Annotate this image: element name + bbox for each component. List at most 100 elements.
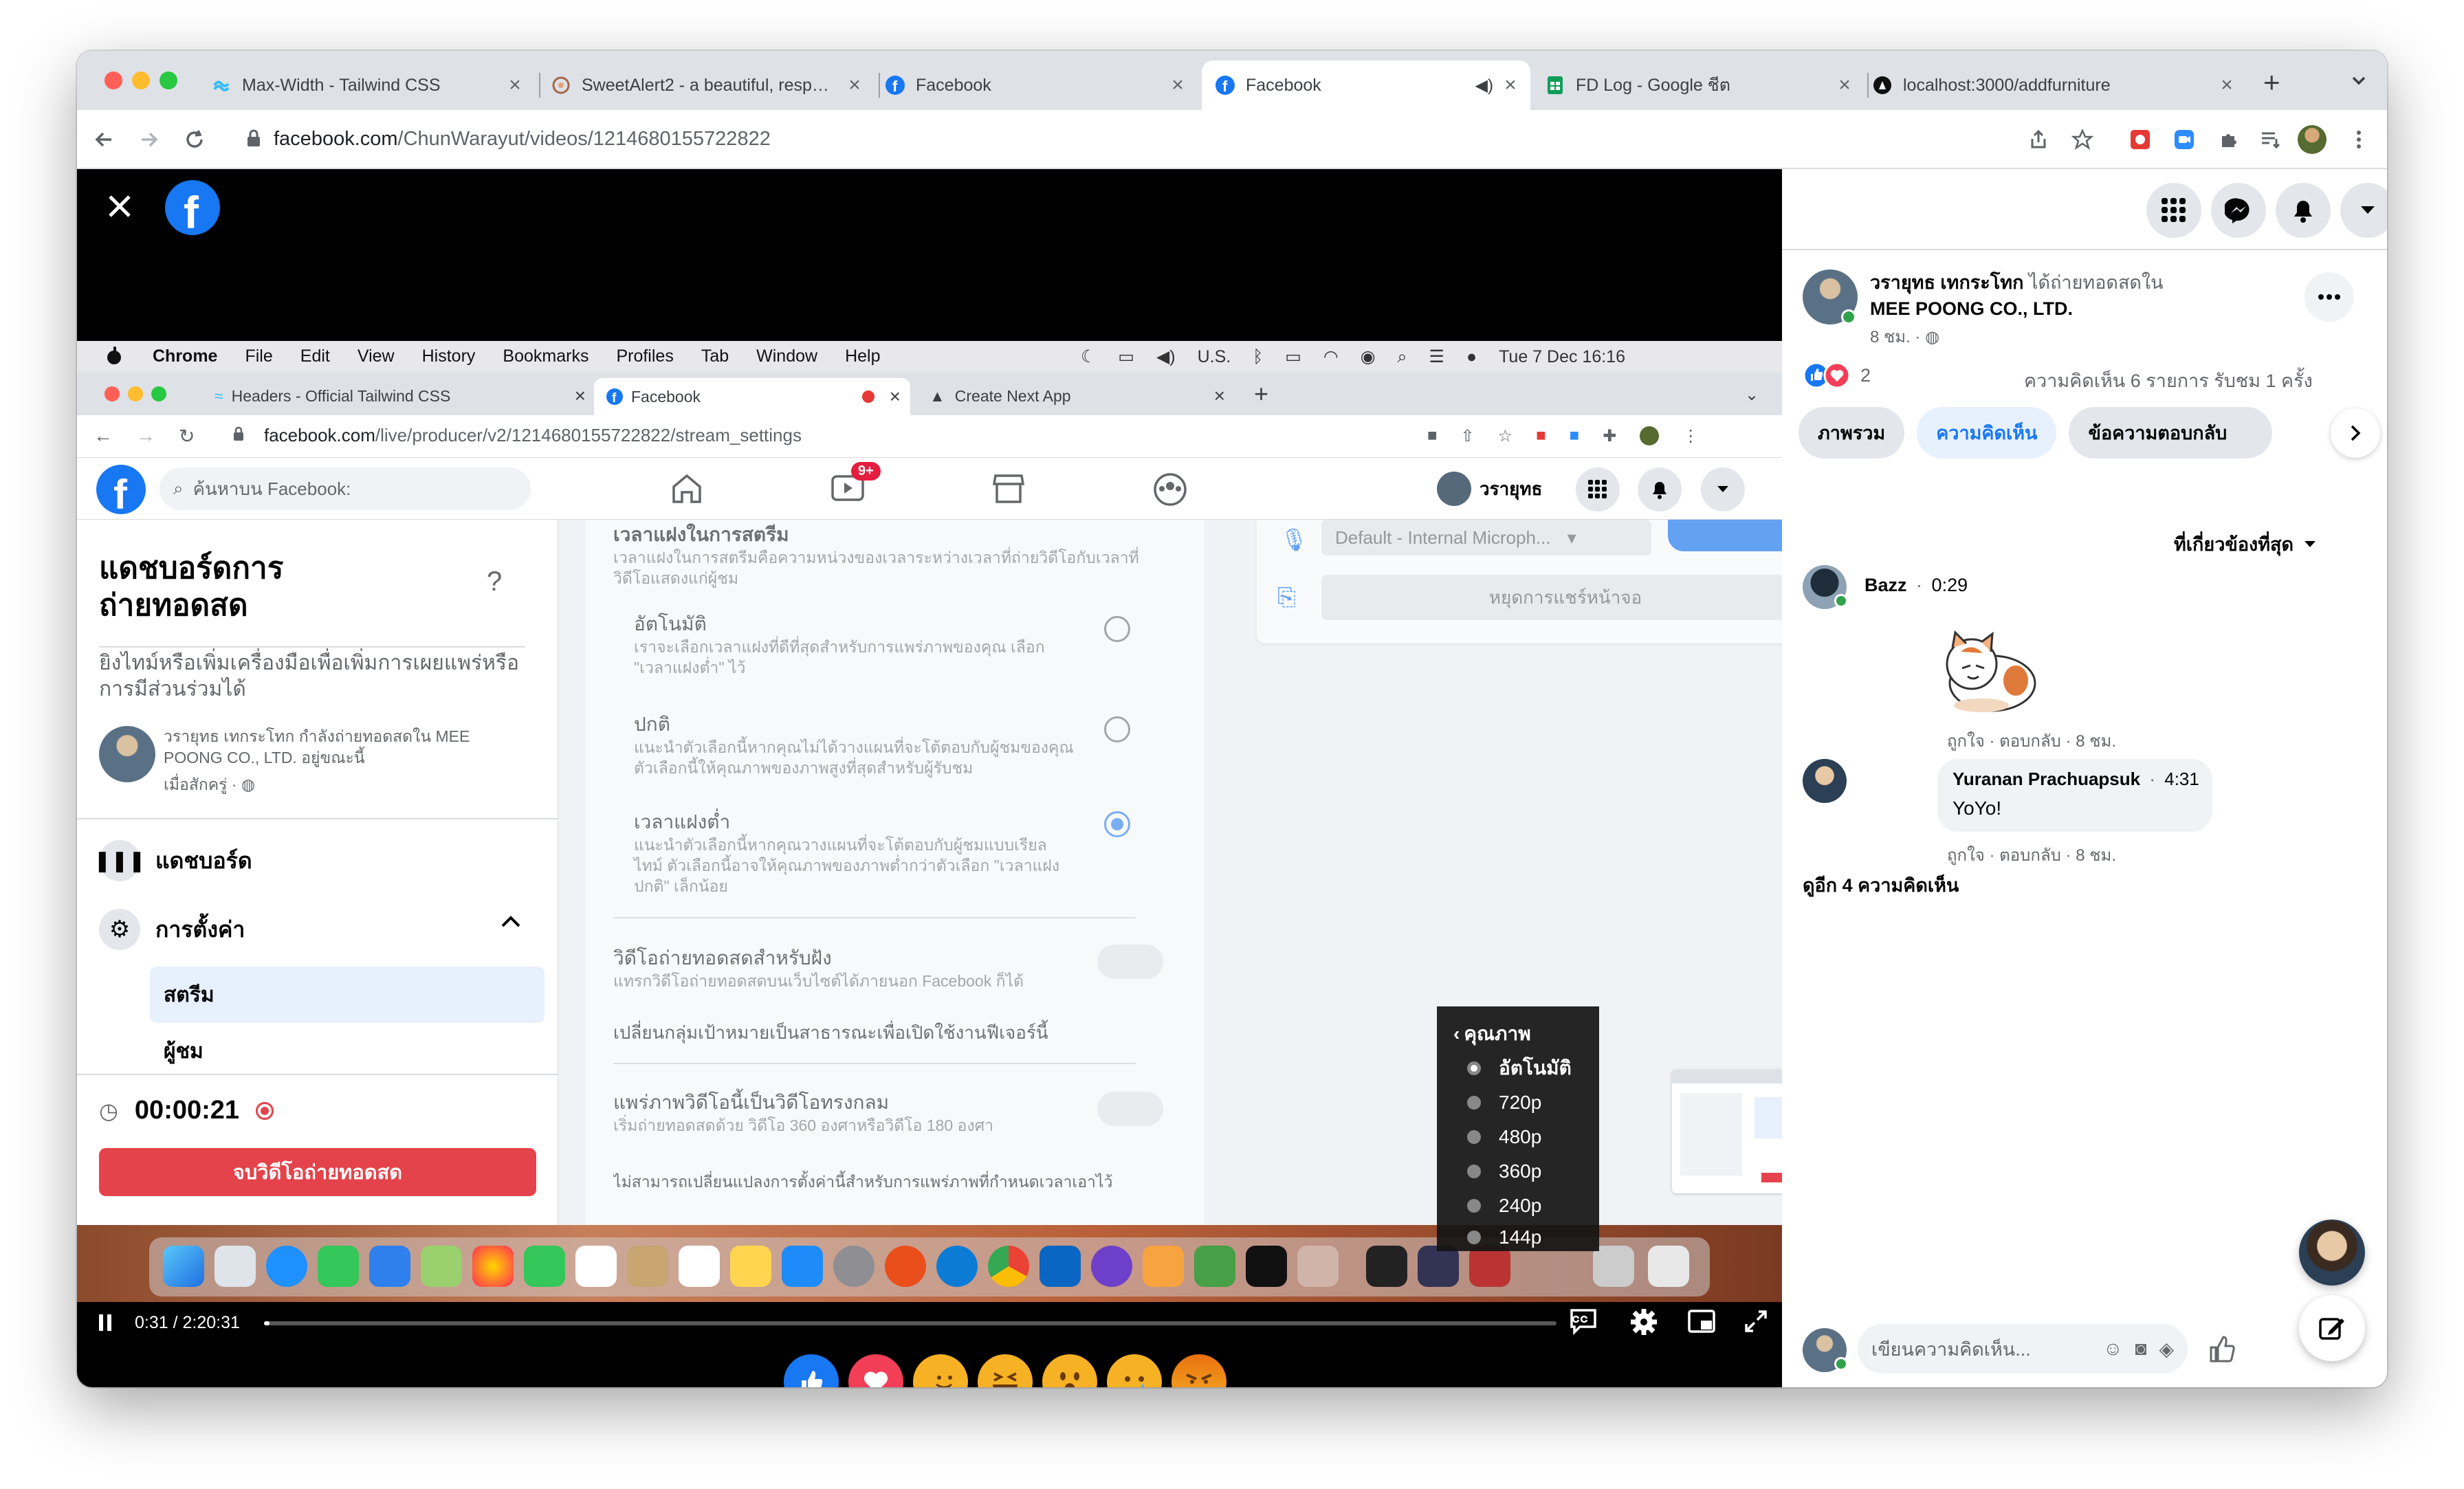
- github-desktop-icon[interactable]: [1091, 1246, 1132, 1287]
- end-live-button[interactable]: จบวิดีโอถ่ายทอดสด: [99, 1148, 536, 1196]
- facebook-logo[interactable]: f: [96, 465, 146, 518]
- notifications-bell-icon[interactable]: [2276, 183, 2331, 238]
- seek-bar[interactable]: [264, 1321, 1556, 1325]
- back-icon[interactable]: [87, 122, 121, 157]
- screen-mirror-icon[interactable]: ▭: [1118, 346, 1134, 367]
- user-icon[interactable]: ◉: [1361, 346, 1376, 367]
- chrome-icon[interactable]: [988, 1246, 1029, 1287]
- menu-profiles[interactable]: Profiles: [616, 346, 673, 366]
- maps-icon[interactable]: [421, 1246, 462, 1287]
- pen-tool-icon[interactable]: [1143, 1246, 1184, 1287]
- zoom-window-button[interactable]: [160, 71, 177, 89]
- latency-normal-radio[interactable]: [1104, 716, 1130, 742]
- close-icon[interactable]: ×: [890, 386, 901, 408]
- fb-menu-grid-icon[interactable]: [1576, 467, 1620, 511]
- chevron-up-icon[interactable]: [500, 914, 521, 931]
- quality-menu-back[interactable]: ‹ คุณภาพ: [1453, 1019, 1531, 1049]
- quality-option-144p[interactable]: 144p: [1467, 1221, 1541, 1254]
- close-icon[interactable]: ×: [844, 74, 865, 97]
- launchpad-icon[interactable]: [214, 1246, 256, 1287]
- embed-toggle[interactable]: [1097, 945, 1163, 979]
- settings-gear-icon[interactable]: [1629, 1308, 1658, 1340]
- tab-facebook-1[interactable]: f Facebook ×: [874, 60, 1198, 110]
- reaction-summary[interactable]: 2: [1803, 362, 1871, 389]
- close-window-button[interactable]: [104, 71, 122, 89]
- forward-icon[interactable]: [132, 122, 166, 157]
- tab-facebook-active[interactable]: f Facebook ◀) ×: [1202, 60, 1530, 110]
- reminders-icon[interactable]: [679, 1246, 720, 1287]
- author-name[interactable]: วรายุทธ เทกระโทก: [1870, 272, 2023, 293]
- sticker-icon[interactable]: ◈: [2159, 1338, 2174, 1360]
- comment-timestamp[interactable]: 0:29: [1932, 575, 1968, 595]
- commenter-avatar[interactable]: [1803, 759, 1847, 803]
- inner-tab-headers[interactable]: ≈ Headers - Official Tailwind CSS ×: [214, 385, 586, 407]
- messenger-icon[interactable]: [2211, 183, 2266, 238]
- menu-edit[interactable]: Edit: [300, 346, 330, 366]
- quality-option-720p[interactable]: 720p: [1467, 1086, 1541, 1119]
- fb-bell-icon[interactable]: [1638, 467, 1682, 511]
- menu-grid-icon[interactable]: [2146, 183, 2201, 238]
- close-icon[interactable]: ×: [575, 385, 586, 407]
- embed-link[interactable]: เปลี่ยนกลุ่มเป้าหมายเป็นสาธารณะเพื่อเปิด…: [613, 1019, 1048, 1047]
- terminal-icon[interactable]: [1366, 1246, 1407, 1287]
- bookmark-star-icon[interactable]: [2065, 122, 2100, 157]
- tab-fd-log[interactable]: FD Log - Google ชีต ×: [1534, 60, 1864, 110]
- close-icon[interactable]: ×: [1500, 74, 1521, 97]
- reload-icon[interactable]: [177, 122, 212, 157]
- new-message-icon[interactable]: [2299, 1295, 2365, 1361]
- comment-author[interactable]: Yuranan Prachuapsuk: [1952, 769, 2140, 789]
- inner-tab-facebook[interactable]: f Facebook ×: [594, 378, 910, 415]
- close-icon[interactable]: ×: [2216, 74, 2237, 97]
- minimize-window-button[interactable]: [132, 71, 150, 89]
- app-store-icon[interactable]: [782, 1246, 823, 1287]
- groups-icon[interactable]: [1152, 472, 1188, 511]
- facebook-logo[interactable]: f: [165, 180, 220, 239]
- mail-icon[interactable]: [369, 1246, 410, 1287]
- fb-profile-chip[interactable]: วรายุทธ: [1437, 472, 1542, 506]
- close-icon[interactable]: ×: [1834, 74, 1855, 97]
- volume-icon[interactable]: ◀): [1156, 346, 1176, 367]
- marketplace-icon[interactable]: [991, 472, 1026, 509]
- messages-icon[interactable]: [318, 1246, 359, 1287]
- finder-icon[interactable]: [163, 1246, 204, 1287]
- extension-red-icon[interactable]: [2123, 122, 2157, 157]
- quality-option-360p[interactable]: 360p: [1467, 1155, 1541, 1188]
- tab-overview[interactable]: ภาพรวม: [1798, 407, 1905, 459]
- menu-chrome[interactable]: Chrome: [153, 346, 217, 366]
- nav-settings[interactable]: ⚙ การตั้งค่า: [99, 909, 245, 950]
- tab-search-icon[interactable]: [2350, 71, 2368, 93]
- menu-tab[interactable]: Tab: [701, 346, 729, 366]
- nav-dashboard[interactable]: ❚❚❚ แดชบอร์ด: [94, 840, 252, 881]
- close-icon[interactable]: ×: [1214, 385, 1225, 407]
- latency-auto-radio[interactable]: [1104, 616, 1130, 642]
- comment-sort[interactable]: ที่เกี่ยวข้องที่สุด: [2174, 529, 2317, 559]
- screen-recorder-icon[interactable]: [1418, 1246, 1459, 1287]
- extensions-puzzle-icon[interactable]: ✚: [1603, 426, 1616, 446]
- trash-icon[interactable]: [1648, 1246, 1689, 1287]
- quality-option-240p[interactable]: 240p: [1467, 1189, 1541, 1222]
- address-bar[interactable]: facebook.com/ChunWarayut/videos/12146801…: [236, 120, 2120, 159]
- emoji-icon[interactable]: ☺: [2103, 1338, 2123, 1360]
- facetime-icon[interactable]: [524, 1246, 565, 1287]
- vscode-icon[interactable]: [1040, 1246, 1081, 1287]
- tab-localhost[interactable]: localhost:3000/addfurniture ×: [1862, 60, 2247, 110]
- care-reaction-icon[interactable]: [913, 1354, 968, 1387]
- comment-1-actions[interactable]: ถูกใจ · ตอบกลับ · 8 ชม.: [1947, 727, 2116, 754]
- tab-max-width[interactable]: Max-Width - Tailwind CSS ×: [212, 60, 535, 110]
- extension-zoom-icon[interactable]: [2167, 122, 2201, 157]
- camera-icon[interactable]: ■: [1427, 426, 1438, 446]
- thumbs-up-icon[interactable]: [2207, 1334, 2237, 1367]
- comment-timestamp[interactable]: 4:31: [2164, 769, 2199, 789]
- latency-low-radio[interactable]: [1104, 811, 1130, 837]
- fb-search-input[interactable]: ⌕ ค้นหาบน Facebook:: [160, 467, 531, 510]
- nav-stream[interactable]: สตรีม: [150, 967, 544, 1023]
- share-icon[interactable]: [2021, 122, 2056, 157]
- notes-icon[interactable]: [730, 1246, 771, 1287]
- tab-sweetalert[interactable]: SweetAlert2 - a beautiful, resp… ×: [551, 60, 874, 110]
- camera-icon[interactable]: ◙: [2135, 1338, 2147, 1360]
- inner-new-tab-button[interactable]: +: [1254, 379, 1268, 408]
- stop-share-button[interactable]: หยุดการแชร์หน้าจอ: [1321, 575, 1782, 620]
- inner-reload-icon[interactable]: ↻: [179, 425, 195, 448]
- tab-replies[interactable]: ข้อความตอบกลับ: [2069, 407, 2273, 459]
- fullscreen-icon[interactable]: [1744, 1309, 1768, 1337]
